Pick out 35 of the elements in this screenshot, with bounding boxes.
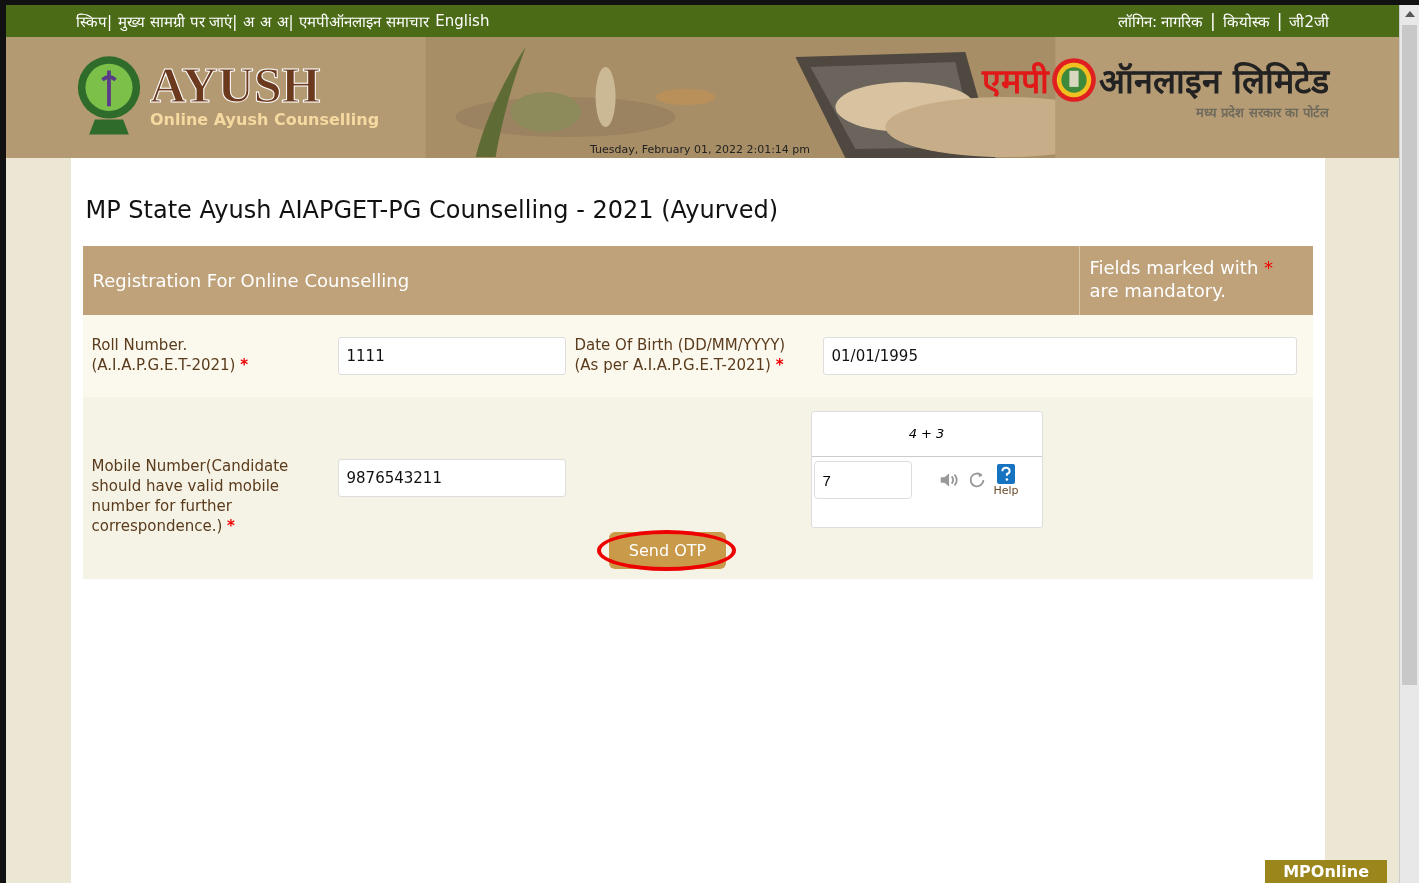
scroll-up-icon[interactable] [1404, 11, 1415, 17]
logo-title: AYUSH [150, 59, 322, 110]
footer-tab[interactable]: MPOnline [1265, 860, 1387, 883]
login-label: लॉगिन: [1117, 12, 1157, 31]
top-link[interactable]: अ [243, 11, 255, 31]
field-label: Roll Number. (A.I.A.P.G.E.T-2021) * [91, 336, 250, 376]
top-link[interactable]: एमपीऑनलाइन समाचार [299, 11, 430, 31]
input-field[interactable]: 1111 [337, 337, 566, 375]
top-link[interactable]: मुख्य सामग्री पर जाएं| [118, 11, 238, 31]
help-icon[interactable] [997, 463, 1016, 484]
field-label: Date Of Birth (DD/MM/YYYY) (As per A.I.A.P.G.E.T-2021) * [574, 336, 787, 376]
top-link[interactable]: English [435, 12, 490, 30]
form-heading: Registration For Online Counselling [91, 270, 411, 291]
top-link[interactable]: अ [260, 11, 272, 31]
logo-tagline: मध्य प्रदेश सरकार का पोर्टल [1195, 104, 1329, 121]
logo-subtitle: Online Ayush Counselling [150, 109, 380, 129]
separator: | [1210, 11, 1216, 31]
logo-title: एमपी [982, 60, 1050, 103]
field-label: Mobile Number(Candidate should have valid mobile number for further correspondence.) * [91, 457, 290, 537]
top-link[interactable]: स्किप| [76, 11, 113, 31]
date-time: Tuesday, February 01, 2022 2:01:14 pm [590, 143, 811, 156]
page-title: MP State Ayush AIAPGET-PG Counselling - 2021 (Ayurved) [85, 196, 780, 224]
input-field[interactable]: 9876543211 [337, 459, 566, 497]
top-link[interactable]: जी2जी [1289, 11, 1329, 31]
top-link[interactable]: अ| [277, 11, 294, 31]
captcha-question: 4 + 3 [811, 412, 1042, 457]
scrollbar[interactable] [1399, 5, 1419, 883]
separator: | [1276, 11, 1283, 31]
top-link[interactable]: नागरिक [1161, 11, 1203, 31]
captcha-field[interactable]: 7 [813, 461, 912, 499]
input-field[interactable]: 01/01/1995 [822, 337, 1297, 375]
seal-icon [1051, 57, 1098, 103]
logo-title: ऑनलाइन लिमिटेड [1099, 60, 1329, 103]
top-link[interactable]: कियोस्क [1222, 11, 1270, 31]
help-link[interactable]: Help [993, 483, 1019, 497]
